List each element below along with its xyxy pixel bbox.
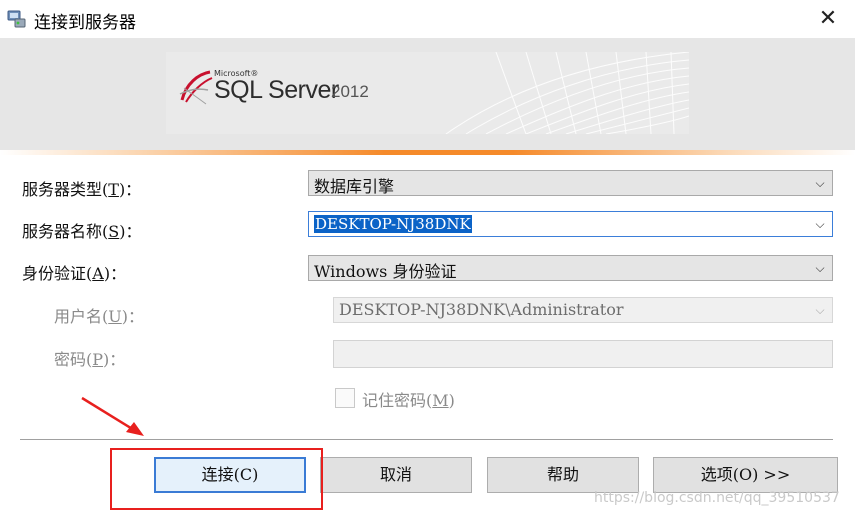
auth-value: Windows 身份验证: [314, 262, 457, 281]
product-name: SQL Server: [214, 76, 339, 104]
divider: [20, 439, 833, 440]
chevron-down-icon: ⌵: [815, 303, 825, 317]
sql-server-logo-icon: [179, 70, 213, 105]
server-name-value: DESKTOP-NJ38DNK: [314, 215, 472, 233]
server-type-label: 服务器类型(T)：: [22, 180, 142, 199]
annotation-arrow-icon: [81, 396, 144, 436]
product-banner: Microsoft® SQL Server 2012: [0, 38, 855, 150]
auth-label: 身份验证(A)：: [22, 264, 127, 283]
server-connect-icon: [7, 10, 26, 28]
username-value: DESKTOP-NJ38DNK\Administrator: [339, 300, 624, 319]
annotation-highlight-box: [110, 448, 323, 510]
server-name-combobox[interactable]: DESKTOP-NJ38DNK ⌵: [308, 211, 833, 237]
password-field[interactable]: [333, 340, 833, 368]
accent-bar: [0, 150, 855, 155]
username-combobox[interactable]: DESKTOP-NJ38DNK\Administrator ⌵: [333, 297, 833, 323]
title-bar: 连接到服务器 ✕: [0, 0, 855, 38]
password-label: 密码(P)：: [54, 350, 126, 369]
remember-password-checkbox[interactable]: [335, 388, 355, 408]
chevron-down-icon: ⌵: [815, 261, 825, 275]
banner-panel: Microsoft® SQL Server 2012: [166, 52, 689, 134]
help-button[interactable]: 帮助: [487, 457, 639, 493]
chevron-down-icon: ⌵: [815, 176, 825, 190]
username-label: 用户名(U)：: [54, 307, 144, 326]
cancel-button[interactable]: 取消: [320, 457, 472, 493]
close-button[interactable]: ✕: [815, 6, 841, 32]
server-type-value: 数据库引擎: [314, 177, 395, 196]
window-title: 连接到服务器: [34, 13, 136, 33]
server-name-label: 服务器名称(S)：: [22, 222, 142, 241]
options-button[interactable]: 选项(O) >>: [653, 457, 838, 493]
product-year: 2012: [331, 82, 369, 101]
remember-password-label: 记住密码(M): [362, 391, 455, 410]
server-type-select[interactable]: 数据库引擎 ⌵: [308, 170, 833, 196]
auth-select[interactable]: Windows 身份验证 ⌵: [308, 255, 833, 281]
watermark-text: https://blog.csdn.net/qq_39510537: [594, 490, 840, 506]
chevron-down-icon: ⌵: [815, 217, 825, 231]
